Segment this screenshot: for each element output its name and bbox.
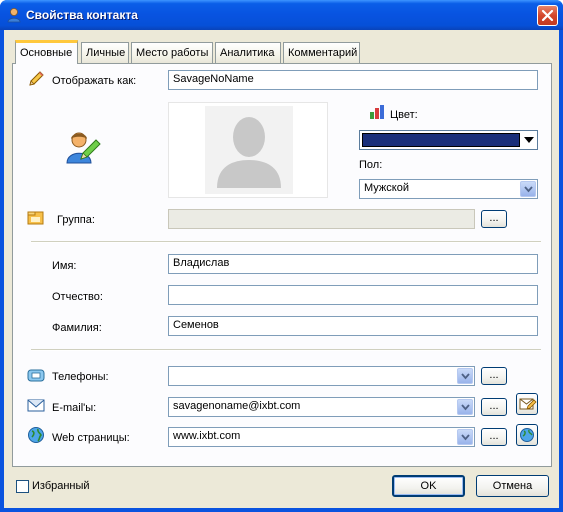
favorite-checkbox[interactable]: [16, 480, 29, 493]
phones-label: Телефоны:: [52, 371, 109, 383]
tab-analytics[interactable]: Аналитика: [215, 42, 281, 63]
phone-icon: [27, 369, 45, 382]
display-as-input[interactable]: SavageNoName: [168, 70, 538, 90]
dialog-body: Основные Личные Место работы Аналитика К…: [4, 30, 559, 508]
first-name-input[interactable]: Владислав: [168, 254, 538, 274]
emails-browse-button[interactable]: ...: [481, 398, 507, 416]
middle-name-label: Отчество:: [52, 291, 103, 303]
web-dropdown-button[interactable]: [457, 429, 473, 445]
tab-label: Основные: [20, 47, 73, 59]
tab-label: Аналитика: [220, 47, 275, 59]
group-input[interactable]: [168, 209, 475, 229]
title-bar[interactable]: Свойства контакта: [0, 0, 563, 30]
gender-select[interactable]: Мужской: [359, 179, 538, 199]
tab-panel-main: Отображать как: SavageNoName Цвет: Пол: …: [12, 63, 552, 467]
gender-value: Мужской: [364, 182, 409, 194]
pencil-icon: [29, 71, 44, 86]
gender-label: Пол:: [359, 159, 383, 171]
last-name-label: Фамилия:: [52, 322, 102, 334]
emails-dropdown-button[interactable]: [457, 399, 473, 415]
chevron-down-icon: [461, 404, 470, 411]
emails-label: E-mail'ы:: [52, 402, 97, 414]
tab-workplace[interactable]: Место работы: [131, 42, 213, 63]
tab-personal[interactable]: Личные: [81, 42, 129, 63]
web-value: www.ixbt.com: [173, 430, 241, 442]
web-select[interactable]: www.ixbt.com: [168, 427, 475, 447]
color-chart-icon: [370, 105, 384, 119]
emails-select[interactable]: savagenoname@ixbt.com: [168, 397, 475, 417]
separator: [31, 241, 541, 243]
tab-label: Личные: [86, 47, 126, 59]
chevron-down-icon: [461, 373, 470, 380]
group-label: Группа:: [57, 214, 95, 226]
gender-dropdown-button[interactable]: [520, 181, 536, 197]
browser-icon: [520, 428, 534, 442]
web-label: Web страницы:: [52, 432, 130, 444]
ok-button[interactable]: OK: [392, 475, 465, 497]
globe-icon: [28, 427, 44, 443]
contact-edit-icon: [66, 132, 101, 164]
phones-browse-button[interactable]: ...: [481, 367, 507, 385]
contact-icon: [7, 8, 21, 23]
tab-label: Место работы: [136, 47, 209, 59]
separator: [31, 349, 541, 351]
window-title: Свойства контакта: [26, 8, 138, 22]
last-name-input[interactable]: Семенов: [168, 316, 538, 336]
tab-main[interactable]: Основные: [15, 40, 78, 64]
send-email-button[interactable]: [516, 393, 538, 415]
tab-label: Комментарий: [288, 47, 358, 59]
email-icon: [27, 399, 45, 412]
photo-placeholder: [205, 106, 293, 194]
chevron-down-icon: [461, 434, 470, 441]
cancel-button[interactable]: Отмена: [476, 475, 549, 497]
open-web-button[interactable]: [516, 424, 538, 446]
color-swatch: [362, 133, 520, 147]
first-name-label: Имя:: [52, 260, 77, 272]
color-select[interactable]: [359, 130, 538, 150]
favorite-label: Избранный: [32, 480, 90, 492]
tab-comment[interactable]: Комментарий: [283, 42, 360, 63]
color-label: Цвет:: [390, 109, 418, 121]
close-button[interactable]: [537, 5, 558, 26]
middle-name-input[interactable]: [168, 285, 538, 305]
chevron-down-icon: [523, 135, 535, 145]
group-browse-button[interactable]: ...: [481, 210, 507, 228]
close-icon: [541, 9, 554, 22]
dialog-window: Свойства контакта Основные Личные Место …: [0, 0, 563, 512]
compose-mail-icon: [519, 398, 537, 410]
phones-dropdown-button[interactable]: [457, 368, 473, 384]
group-folder-icon: [27, 211, 44, 225]
chevron-down-icon: [524, 186, 533, 193]
display-as-label: Отображать как:: [52, 75, 137, 87]
photo-frame[interactable]: [168, 102, 328, 198]
emails-value: savagenoname@ixbt.com: [173, 400, 301, 412]
phones-select[interactable]: [168, 366, 475, 386]
person-silhouette-icon: [217, 117, 281, 188]
web-browse-button[interactable]: ...: [481, 428, 507, 446]
